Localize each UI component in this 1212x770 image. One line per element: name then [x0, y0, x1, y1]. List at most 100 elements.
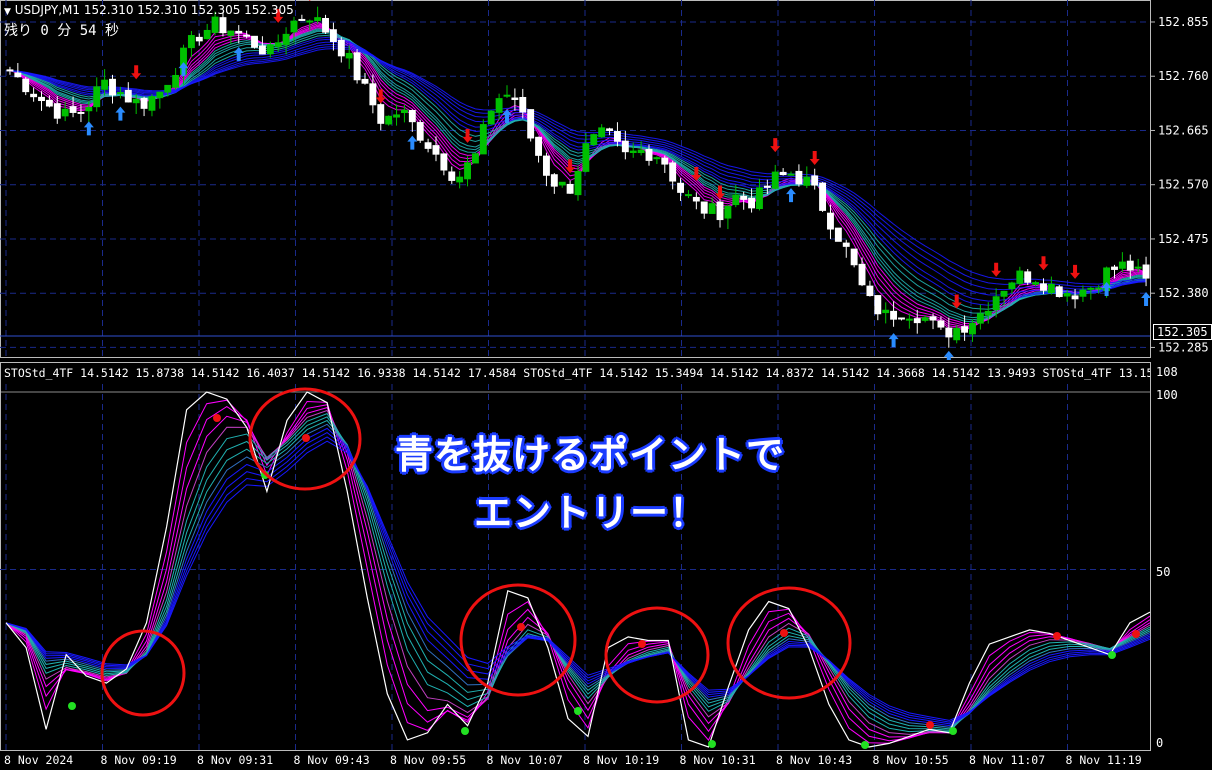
scale-label-108: 108	[1156, 365, 1178, 379]
candle-body	[590, 134, 598, 146]
candle-body	[716, 201, 724, 221]
candle-body	[101, 79, 109, 90]
buy-signal-dot	[861, 741, 869, 749]
candle-body	[874, 295, 882, 315]
candle-body	[448, 171, 456, 181]
candle-body	[38, 96, 45, 102]
time-tick-label: 8 Nov 10:31	[679, 753, 756, 767]
scale-label-50: 50	[1156, 565, 1171, 579]
candle-body	[1071, 295, 1079, 300]
candle-body	[14, 72, 22, 78]
candle-body	[1111, 266, 1118, 270]
candle-body	[282, 33, 290, 45]
candle-body	[377, 104, 385, 124]
candle-body	[1079, 289, 1087, 297]
indicator-header: STOStd_4TF 14.5142 15.8738 14.5142 16.40…	[4, 366, 1150, 380]
up-arrow-icon	[1141, 292, 1152, 307]
candle-body	[661, 157, 669, 165]
candle-body	[385, 115, 393, 125]
candle-body	[1047, 283, 1055, 294]
scale-label-0: 0	[1156, 736, 1164, 750]
candle-body	[109, 78, 116, 96]
up-arrow-icon	[888, 333, 899, 348]
candle-body	[558, 181, 566, 186]
time-tick-label: 8 Nov 09:55	[390, 753, 467, 767]
candle-body	[337, 39, 345, 57]
candle-body	[1024, 271, 1032, 283]
candle-body	[440, 153, 448, 171]
candle-body	[637, 149, 645, 154]
candle-body	[345, 52, 353, 59]
candle-body	[598, 127, 606, 138]
candle-body	[156, 91, 164, 99]
candle-body	[495, 98, 503, 113]
candle-body	[645, 148, 653, 161]
candle-body	[763, 185, 771, 188]
candle-body	[148, 96, 156, 111]
candle-body	[795, 170, 803, 185]
candle-body	[787, 173, 795, 176]
scale-label-100: 100	[1156, 388, 1178, 402]
buy-signal-dot	[461, 727, 469, 735]
candle-body	[669, 162, 677, 182]
candle-body	[929, 316, 937, 321]
price-chart[interactable]: 152.855 152.760 152.665 152.570 152.475 152.3…	[0, 0, 1212, 360]
sell-signal-dot	[302, 434, 310, 442]
candle-body	[227, 30, 235, 36]
candle-body	[408, 110, 416, 123]
price-tick-label: 152.570	[1158, 178, 1209, 192]
annotation-line-1: 青を抜けるポイントで	[395, 433, 786, 477]
candle-body	[984, 310, 992, 316]
candle-body	[353, 52, 361, 81]
candle-body	[732, 194, 740, 206]
candle-body	[961, 326, 969, 333]
candle-body	[811, 175, 819, 186]
candle-body	[298, 18, 306, 21]
candle-body	[582, 143, 590, 172]
candle-body	[819, 182, 827, 211]
buy-signal-dot	[1108, 651, 1116, 659]
time-tick-label: 8 Nov 09:31	[197, 753, 274, 767]
candle-body	[471, 153, 479, 164]
down-arrow-icon	[1070, 264, 1081, 279]
time-tick-label: 8 Nov 11:19	[1065, 753, 1142, 767]
candle-body	[937, 320, 945, 328]
candle-body	[30, 93, 38, 98]
time-tick-label: 8 Nov 11:07	[969, 753, 1046, 767]
up-arrow-icon	[115, 106, 126, 121]
candle-body	[621, 140, 629, 153]
candle-body	[266, 44, 274, 55]
highlight-circle	[459, 583, 577, 697]
candle-body	[1126, 260, 1134, 271]
price-tick-label: 152.380	[1158, 286, 1209, 300]
candle-body	[124, 89, 132, 103]
candle-body	[803, 176, 811, 186]
candle-body	[779, 171, 787, 176]
candle-body	[519, 96, 527, 113]
sell-signal-dot	[1053, 632, 1061, 640]
candle-body	[322, 18, 329, 33]
down-arrow-icon	[131, 65, 142, 80]
candle-body	[614, 131, 621, 142]
time-tick-label: 8 Nov 09:19	[100, 753, 177, 767]
candle-body	[1063, 293, 1071, 297]
candle-body	[834, 227, 842, 242]
annotation-line-2: エントリー！	[474, 491, 709, 535]
candle-body	[219, 17, 227, 34]
candle-body	[116, 92, 124, 95]
candle-body	[314, 17, 322, 22]
price-tick-label: 152.760	[1158, 69, 1209, 83]
up-arrow-icon	[943, 350, 954, 360]
candle-body	[1087, 287, 1095, 290]
candle-body	[700, 201, 708, 214]
buy-signal-dot	[68, 702, 76, 710]
candle-body	[685, 194, 692, 197]
candle-body	[290, 20, 298, 33]
candle-body	[708, 203, 716, 214]
candle-body	[195, 36, 203, 42]
time-axis: 8 Nov 2024 8 Nov 09:19 8 Nov 09:31 8 Nov 09…	[0, 752, 1212, 770]
candle-body	[85, 106, 93, 112]
triangle-down-icon[interactable]: ▼	[4, 7, 11, 17]
buy-signal-dot	[949, 727, 957, 735]
sell-signal-dot	[926, 721, 934, 729]
